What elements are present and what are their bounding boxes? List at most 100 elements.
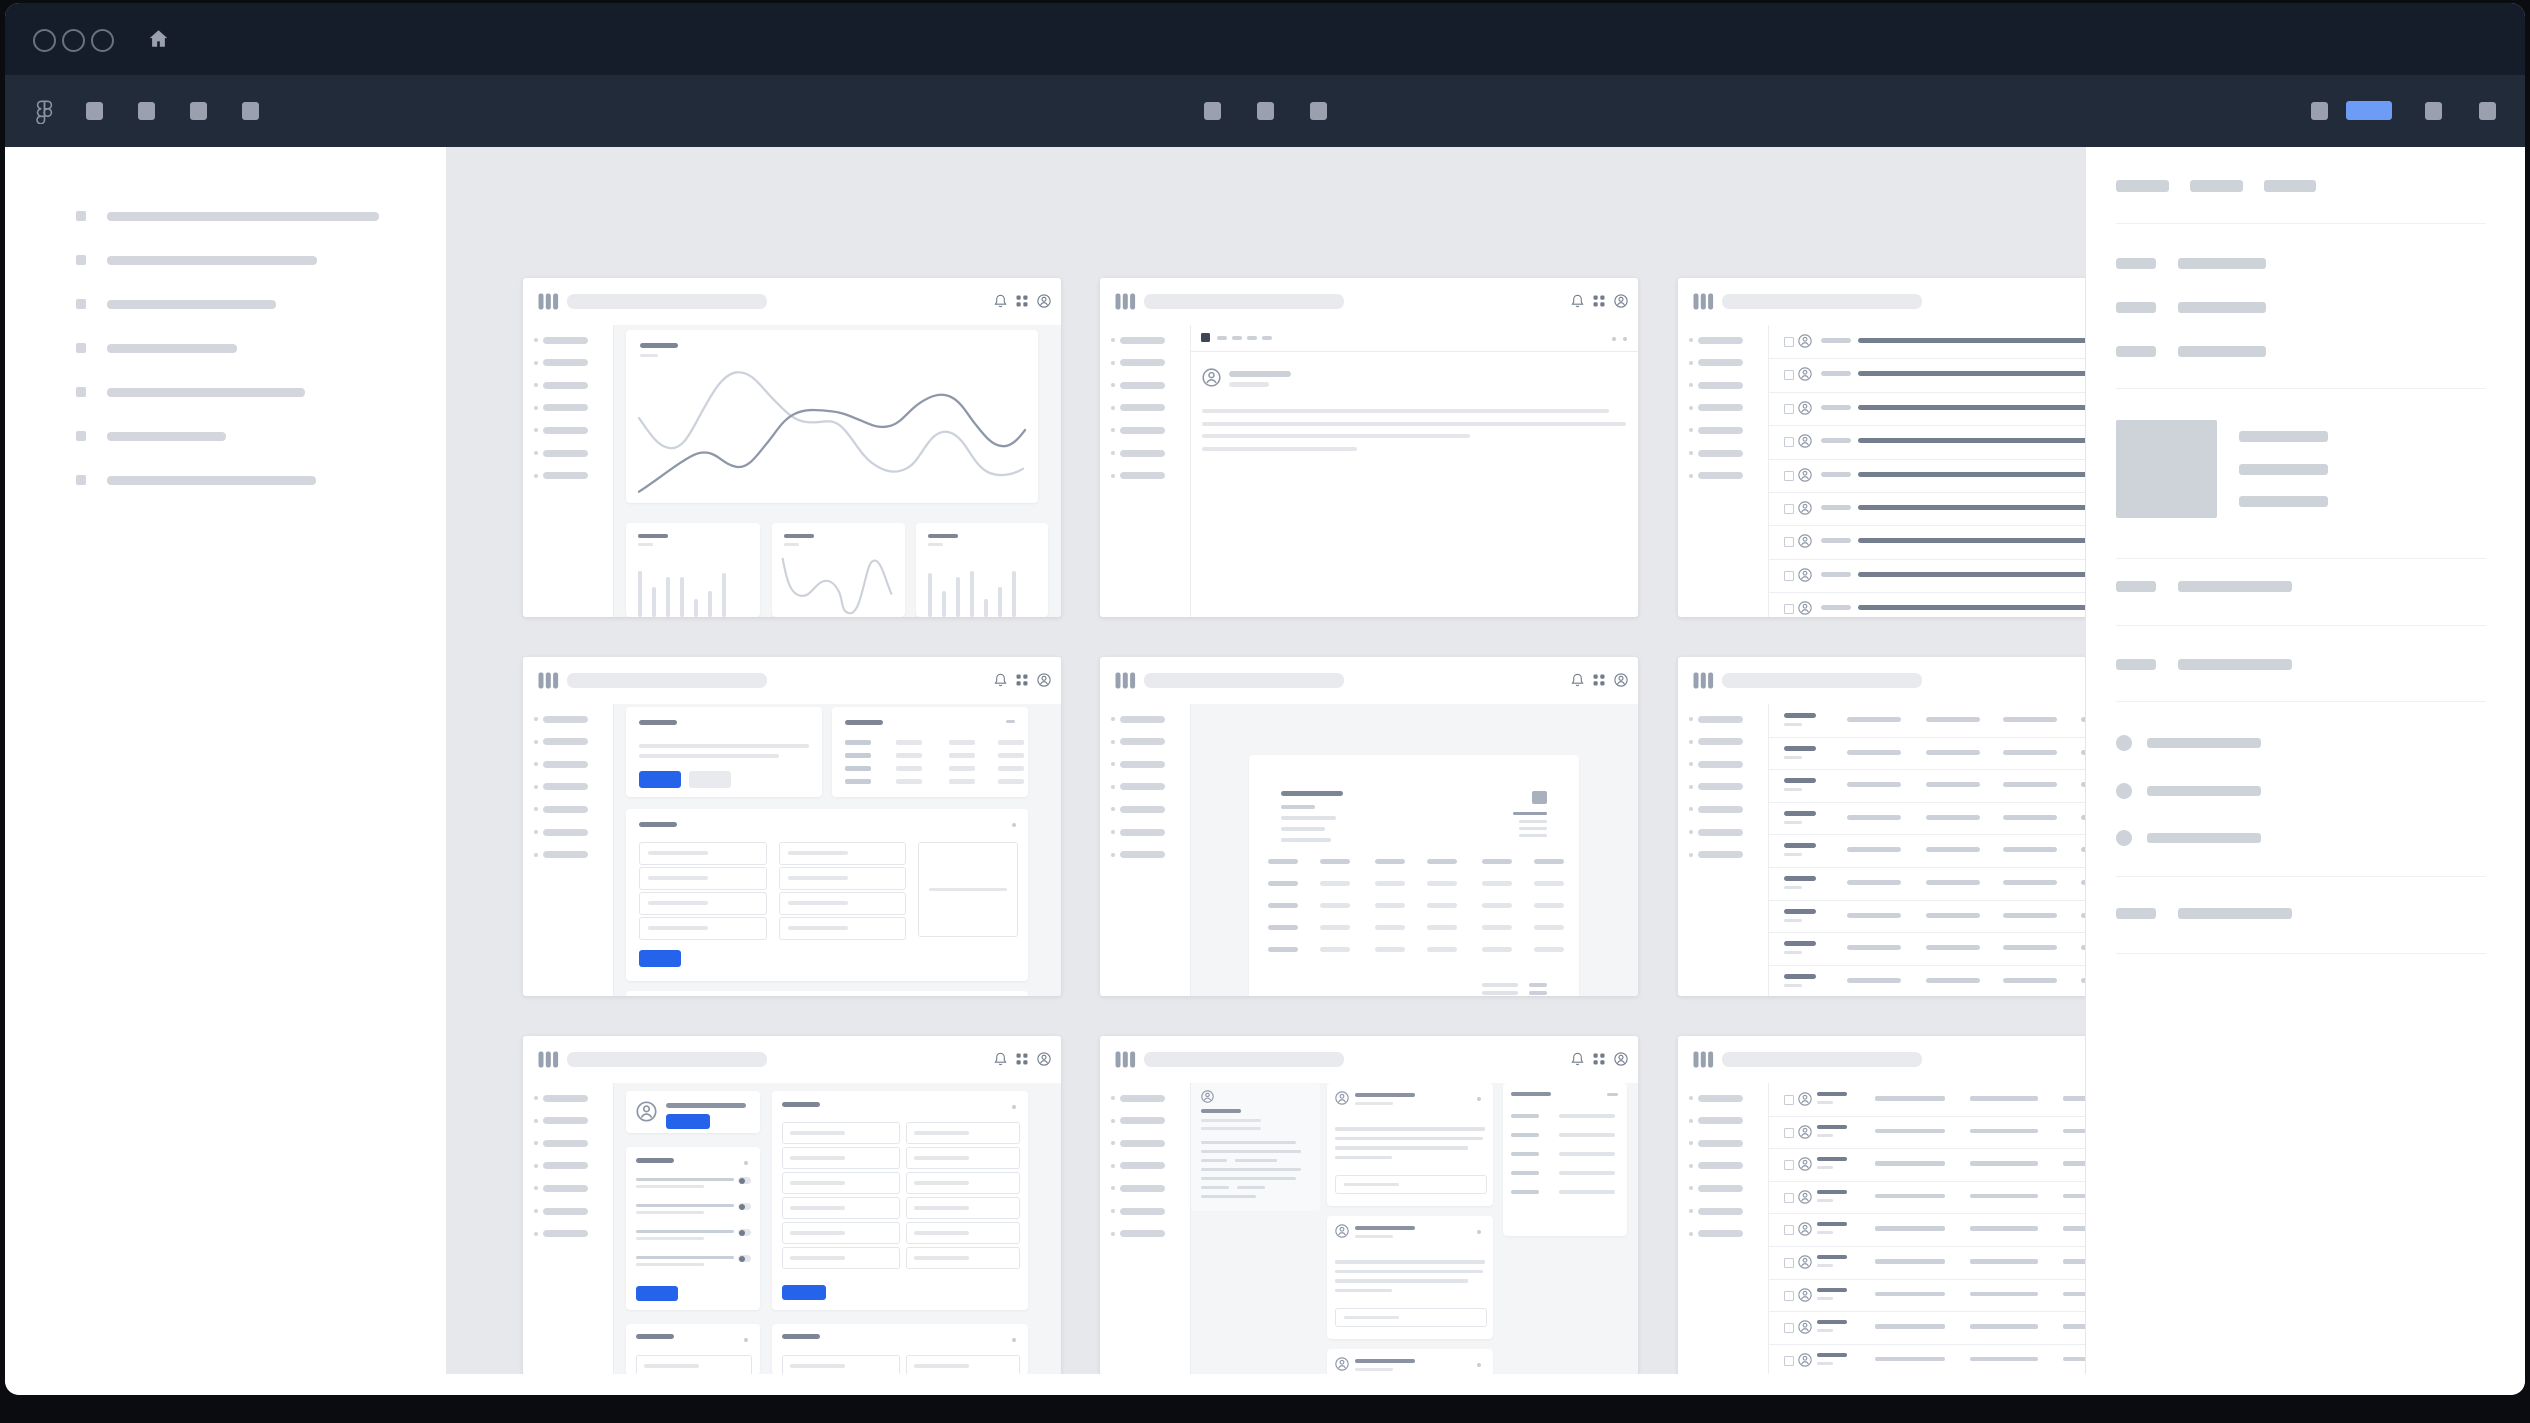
inbox-row[interactable]	[1769, 325, 2085, 359]
user-row[interactable]	[1769, 1344, 2085, 1374]
apps-icon[interactable]	[1016, 295, 1028, 307]
bell-icon[interactable]	[994, 1052, 1007, 1066]
frame-profile-settings[interactable]	[523, 1036, 1061, 1374]
tool-button[interactable]	[138, 102, 155, 120]
share-button[interactable]	[2346, 101, 2392, 120]
user-row[interactable]	[1769, 1213, 2085, 1247]
toolbar-dot[interactable]	[1623, 337, 1627, 341]
search-bar[interactable]	[567, 1052, 767, 1067]
bell-icon[interactable]	[1571, 294, 1584, 308]
checkbox-icon[interactable]	[1784, 337, 1794, 347]
toolbar-dot[interactable]	[1612, 337, 1616, 341]
checkbox-icon[interactable]	[1784, 370, 1794, 380]
layer-item[interactable]	[5, 250, 446, 270]
table-row[interactable]	[1769, 900, 2085, 934]
account-icon[interactable]	[1614, 1052, 1628, 1066]
frame-inbox-list[interactable]	[1678, 278, 2085, 617]
user-row[interactable]	[1769, 1311, 2085, 1345]
inbox-row[interactable]	[1769, 525, 2085, 559]
inbox-row[interactable]	[1769, 425, 2085, 459]
tool-button[interactable]	[2479, 102, 2496, 120]
inbox-row[interactable]	[1769, 492, 2085, 526]
user-row[interactable]	[1769, 1083, 2085, 1117]
frame-analytics-dashboard[interactable]	[523, 278, 1061, 617]
traffic-light-zoom[interactable]	[91, 29, 114, 52]
checkbox-icon[interactable]	[1784, 1258, 1794, 1268]
layer-item[interactable]	[5, 338, 446, 358]
tool-button[interactable]	[190, 102, 207, 120]
card-menu-dot[interactable]	[1012, 823, 1016, 827]
frame-data-table[interactable]	[1678, 657, 2085, 996]
search-bar[interactable]	[1722, 294, 1922, 309]
option-radio-circle[interactable]	[2116, 783, 2132, 799]
toolbar-selected-square[interactable]	[1201, 333, 1210, 342]
card-menu-dot[interactable]	[744, 1161, 748, 1165]
account-icon[interactable]	[1614, 294, 1628, 308]
layer-item[interactable]	[5, 206, 446, 226]
option-radio-circle[interactable]	[2116, 735, 2132, 751]
checkbox-icon[interactable]	[1784, 1095, 1794, 1105]
tool-button[interactable]	[1257, 102, 1274, 120]
checkbox-icon[interactable]	[1784, 404, 1794, 414]
bell-icon[interactable]	[994, 673, 1007, 687]
tool-button[interactable]	[1204, 102, 1221, 120]
checkbox-icon[interactable]	[1784, 604, 1794, 614]
layer-item[interactable]	[5, 294, 446, 314]
table-row[interactable]	[1769, 769, 2085, 803]
checkbox-icon[interactable]	[1784, 1323, 1794, 1333]
tool-button[interactable]	[2425, 102, 2442, 120]
table-row[interactable]	[1769, 965, 2085, 996]
panel-tab-bar[interactable]	[2190, 180, 2243, 192]
account-icon[interactable]	[1614, 673, 1628, 687]
tool-button[interactable]	[86, 102, 103, 120]
search-bar[interactable]	[567, 673, 767, 688]
tool-button[interactable]	[2311, 102, 2328, 120]
checkbox-icon[interactable]	[1784, 504, 1794, 514]
home-icon[interactable]	[147, 28, 170, 50]
tool-button[interactable]	[242, 102, 259, 120]
inbox-row[interactable]	[1769, 392, 2085, 426]
option-radio-circle[interactable]	[2116, 830, 2132, 846]
bell-icon[interactable]	[994, 294, 1007, 308]
tool-button[interactable]	[1310, 102, 1327, 120]
account-icon[interactable]	[1037, 673, 1051, 687]
card-menu-dot[interactable]	[1477, 1363, 1481, 1367]
search-bar[interactable]	[1144, 673, 1344, 688]
search-bar[interactable]	[1722, 1052, 1922, 1067]
traffic-light-close[interactable]	[33, 29, 56, 52]
frame-message-detail[interactable]	[1100, 278, 1638, 617]
user-row[interactable]	[1769, 1148, 2085, 1182]
apps-icon[interactable]	[1593, 295, 1605, 307]
table-row[interactable]	[1769, 737, 2085, 771]
table-row[interactable]	[1769, 704, 2085, 738]
card-menu-dot[interactable]	[1012, 1338, 1016, 1342]
bell-icon[interactable]	[1571, 673, 1584, 687]
search-bar[interactable]	[567, 294, 767, 309]
apps-icon[interactable]	[1593, 1053, 1605, 1065]
account-icon[interactable]	[1037, 1052, 1051, 1066]
search-bar[interactable]	[1144, 294, 1344, 309]
inbox-row[interactable]	[1769, 358, 2085, 392]
user-row[interactable]	[1769, 1279, 2085, 1313]
frame-invoice-document[interactable]	[1100, 657, 1638, 996]
search-bar[interactable]	[1144, 1052, 1344, 1067]
thumbnail-square[interactable]	[2116, 420, 2217, 518]
panel-tab-bar[interactable]	[2116, 180, 2169, 192]
table-row[interactable]	[1769, 867, 2085, 901]
layer-item[interactable]	[5, 470, 446, 490]
inbox-row[interactable]	[1769, 592, 2085, 617]
checkbox-icon[interactable]	[1784, 1356, 1794, 1366]
frame-social-feed[interactable]	[1100, 1036, 1638, 1374]
checkbox-icon[interactable]	[1784, 471, 1794, 481]
user-row[interactable]	[1769, 1116, 2085, 1150]
layer-item[interactable]	[5, 382, 446, 402]
frame-settings-forms[interactable]	[523, 657, 1061, 996]
checkbox-icon[interactable]	[1784, 537, 1794, 547]
apps-icon[interactable]	[1593, 674, 1605, 686]
frame-users-table[interactable]	[1678, 1036, 2085, 1374]
card-menu-dot[interactable]	[1012, 1105, 1016, 1109]
checkbox-icon[interactable]	[1784, 1225, 1794, 1235]
table-row[interactable]	[1769, 802, 2085, 836]
user-row[interactable]	[1769, 1181, 2085, 1215]
bell-icon[interactable]	[1571, 1052, 1584, 1066]
